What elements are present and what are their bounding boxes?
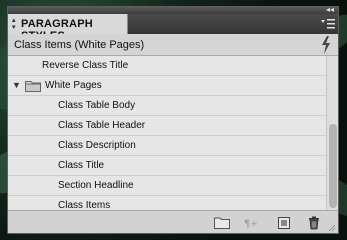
panel-drag-bar[interactable]: ◂◂ [8,7,338,14]
current-style-name: Class Items (White Pages) [14,39,145,51]
list-item[interactable]: Class Table Header [8,116,326,136]
style-label: Section Headline [58,180,134,191]
list-item[interactable]: Class Table Body [8,96,326,116]
current-style-header: Class Items (White Pages) [8,34,338,56]
style-group-row[interactable]: ▼ White Pages [8,76,326,96]
group-label: White Pages [45,80,102,91]
style-label: Class Items [58,200,111,210]
clear-overrides-icon[interactable]: ¶ + [244,216,260,230]
tab-paragraph-styles[interactable]: ▴▾ PARAGRAPH STYLES [8,14,128,42]
resize-grip-icon[interactable] [328,224,336,232]
panel-footer: ¶ + [8,210,338,233]
panel-menu-icon[interactable] [321,18,335,30]
list-item[interactable]: Class Items [8,196,326,210]
new-group-icon[interactable] [214,216,230,230]
scrollbar-thumb[interactable] [329,124,337,208]
style-label: Reverse Class Title [42,60,129,71]
lightning-icon[interactable] [320,36,332,54]
vertical-scrollbar[interactable] [326,56,338,210]
disclosure-triangle-icon[interactable]: ▼ [12,80,21,90]
list-item[interactable]: Reverse Class Title [8,56,326,76]
svg-text:+: + [250,220,257,230]
folder-icon [25,81,41,92]
tab-expand-arrows-icon[interactable]: ▴ ▾ [12,17,16,31]
style-label: Class Table Body [58,100,136,111]
list-item[interactable]: Section Headline [8,176,326,196]
panel-tab-bar: ▴▾ PARAGRAPH STYLES [8,14,338,42]
paragraph-styles-panel: ◂◂ ▴▾ PARAGRAPH STYLES Class Items (Whit… [7,6,339,234]
list-item[interactable]: Class Description [8,136,326,156]
list-item[interactable]: Class Title [8,156,326,176]
svg-text:¶: ¶ [244,219,250,230]
new-style-icon[interactable] [276,216,292,230]
delete-icon[interactable] [306,216,322,230]
style-label: Class Title [58,160,105,171]
styles-list: Reverse Class Title ▼ White Pages Class … [8,56,326,210]
style-label: Class Table Header [58,120,146,131]
style-label: Class Description [58,140,136,151]
